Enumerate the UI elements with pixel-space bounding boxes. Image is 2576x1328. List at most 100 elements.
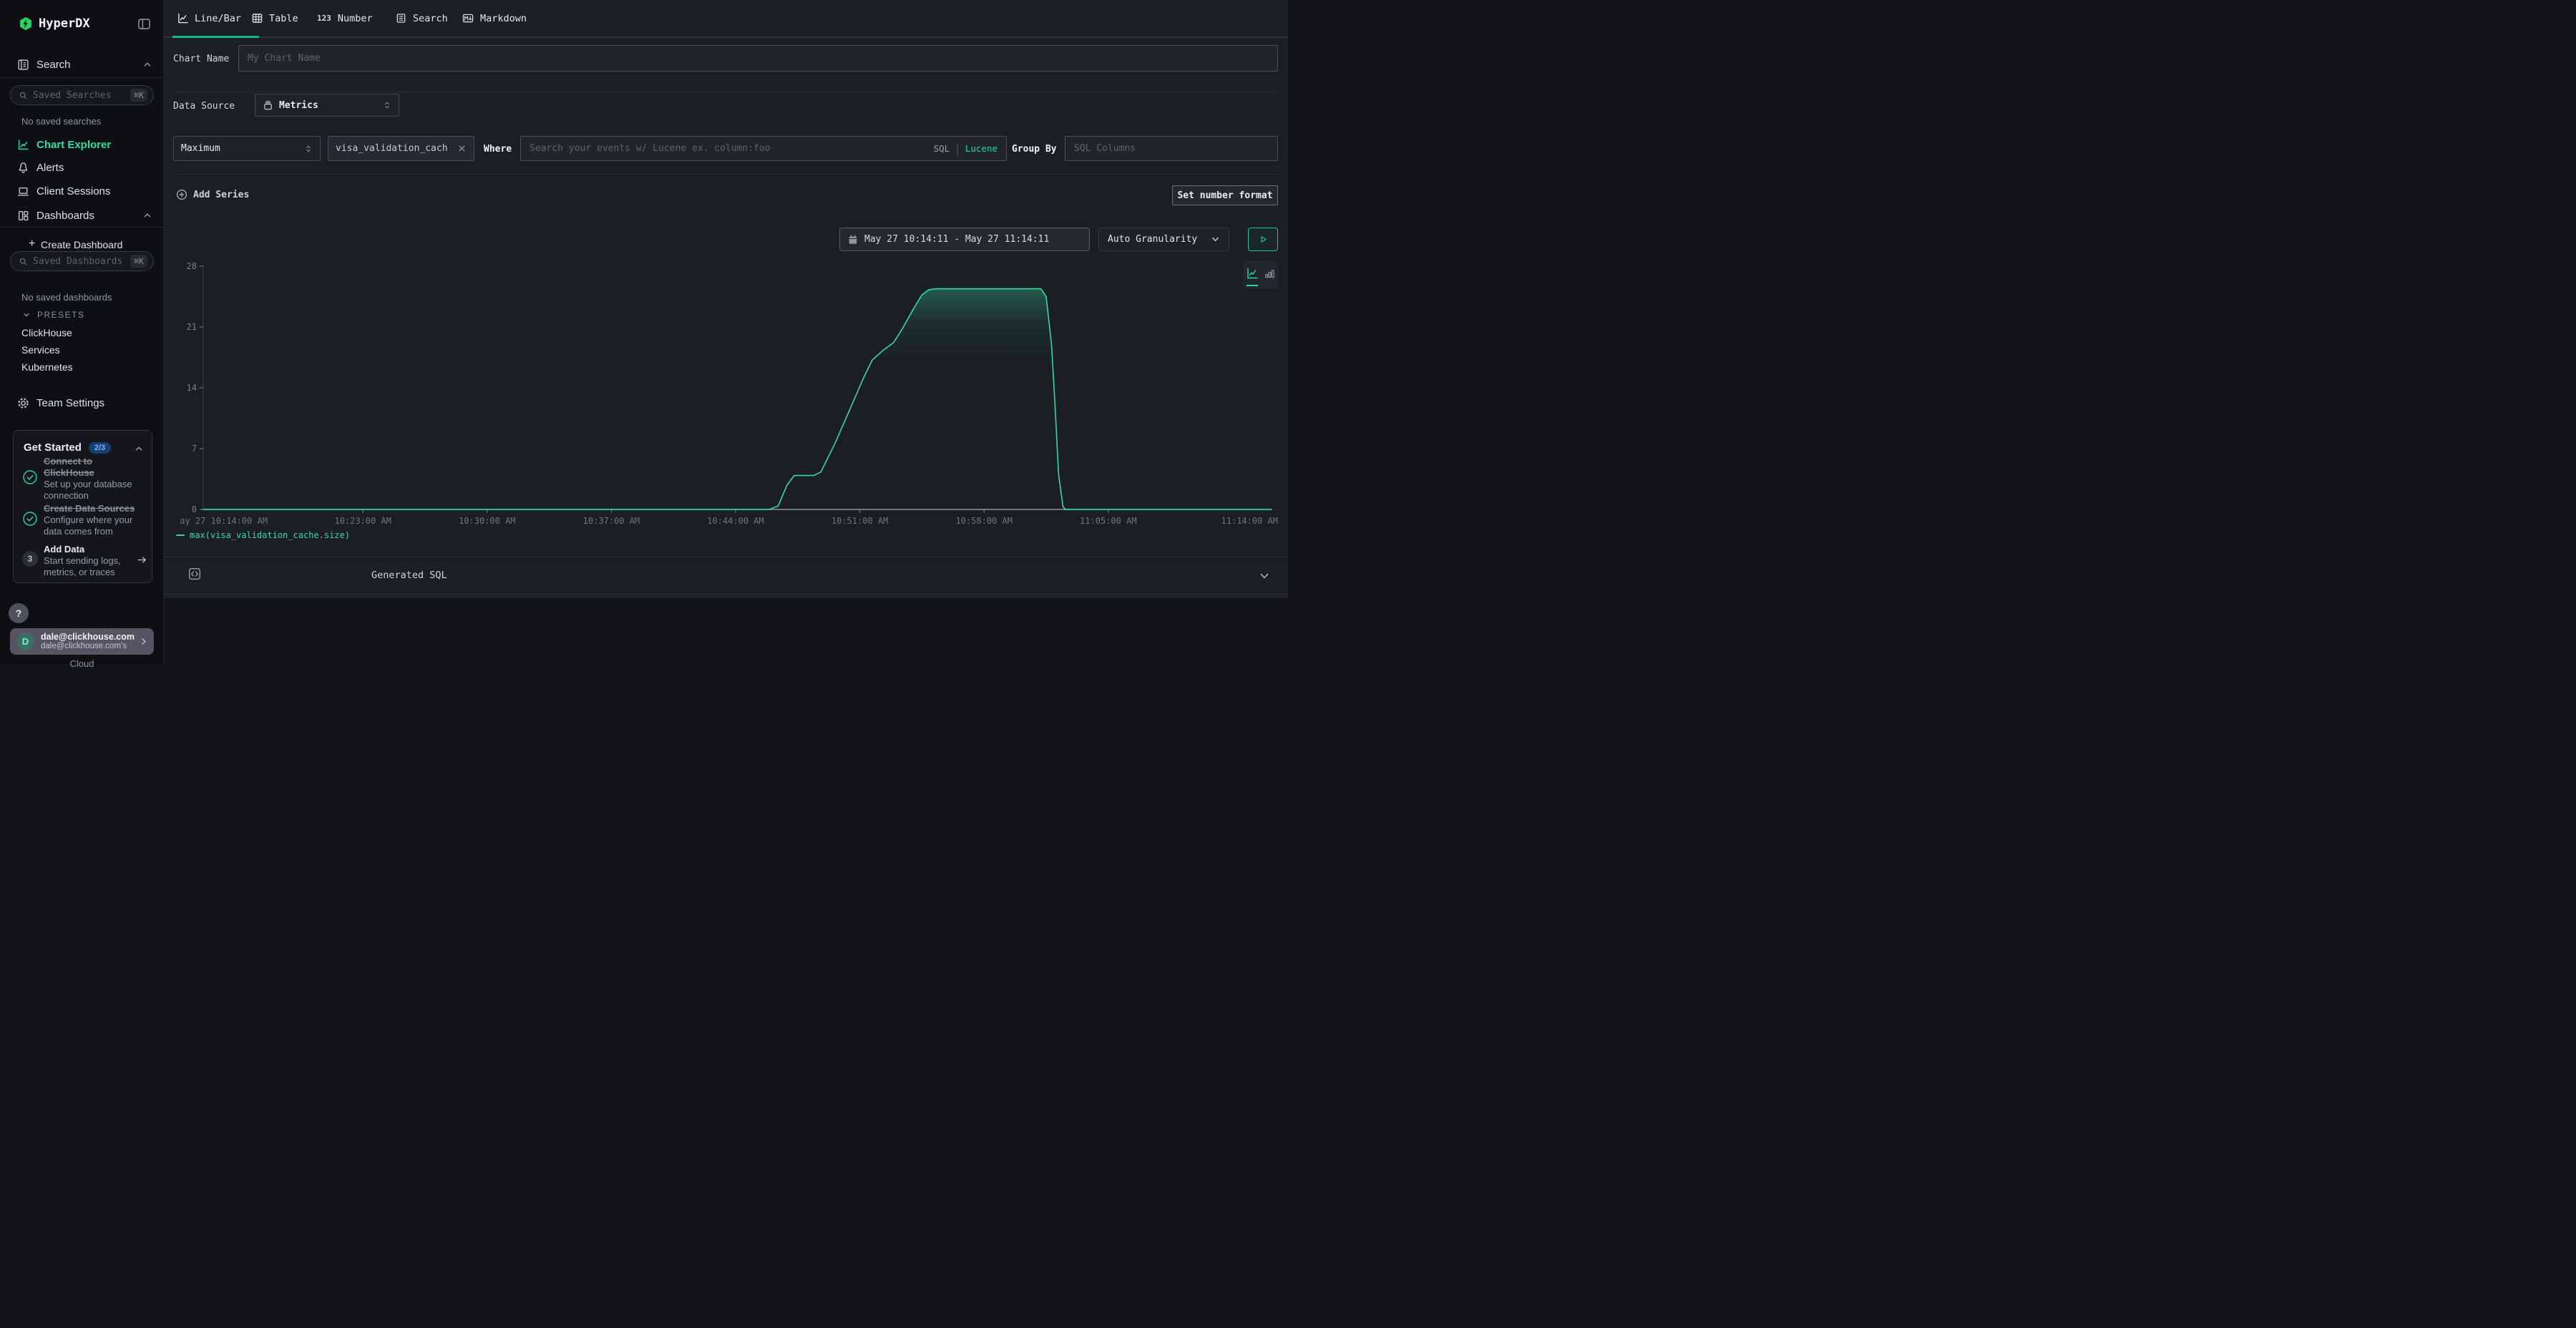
progress-badge: 2/3	[89, 442, 111, 454]
tab-line-bar[interactable]: Line/Bar	[177, 0, 241, 36]
get-started-card: Get Started 2/3 Connect to ClickHouse Se…	[13, 430, 152, 583]
item-desc: Configure where your data comes from	[44, 514, 142, 537]
divider	[0, 77, 164, 78]
clipped-footer-text: Cloud	[0, 658, 164, 669]
check-circle-icon	[22, 511, 38, 527]
sql-toggle[interactable]: SQL	[934, 143, 950, 154]
tab-table[interactable]: Table	[252, 0, 298, 36]
svg-text:10:58:00 AM: 10:58:00 AM	[955, 516, 1012, 526]
search-icon	[19, 257, 28, 266]
divider	[173, 174, 1278, 175]
data-source-select[interactable]: Metrics	[255, 94, 399, 117]
chevron-down-icon	[1259, 570, 1270, 582]
chart-legend[interactable]: max(visa_validation_cache.size)	[176, 530, 350, 540]
data-source-value: Metrics	[279, 100, 318, 111]
close-icon[interactable]	[457, 144, 467, 153]
svg-text:11:05:00 AM: 11:05:00 AM	[1080, 516, 1136, 526]
generated-sql-row[interactable]: Generated SQL	[164, 557, 1288, 594]
svg-text:10:30:00 AM: 10:30:00 AM	[459, 516, 515, 526]
group-by-label: Group By	[1012, 144, 1057, 155]
line-chart-icon	[17, 139, 29, 151]
code-icon	[188, 567, 201, 580]
get-started-item[interactable]: Connect to ClickHouse Set up your databa…	[44, 456, 138, 501]
no-saved-searches-note: No saved searches	[21, 116, 101, 127]
get-started-title: Get Started	[24, 441, 82, 454]
line-chart[interactable]: 07142128May 27 10:14:00 AM10:23:00 AM10:…	[180, 255, 1284, 535]
item-title: Connect to ClickHouse	[44, 456, 138, 479]
bell-icon	[17, 162, 29, 174]
preset-services[interactable]: Services	[21, 344, 60, 356]
saved-searches-field[interactable]	[33, 90, 130, 101]
sidebar-section-search[interactable]: Search	[0, 54, 164, 74]
sidebar-search-label: Search	[36, 59, 71, 71]
aggregation-select[interactable]: Maximum	[173, 136, 321, 161]
user-card[interactable]: D dale@clickhouse.com dale@clickhouse.co…	[10, 628, 154, 655]
chevron-right-icon	[139, 637, 148, 646]
saved-searches-input[interactable]: ⌘K	[10, 85, 154, 105]
table-tab-icon	[252, 13, 263, 24]
saved-dashboards-input[interactable]: ⌘K	[10, 251, 154, 271]
chevron-down-icon	[22, 311, 31, 319]
tab-markdown[interactable]: Markdown	[462, 0, 527, 36]
plus-circle-icon	[176, 189, 187, 200]
svg-text:May 27 10:14:00 AM: May 27 10:14:00 AM	[180, 516, 268, 526]
app-title: HyperDX	[39, 16, 90, 31]
group-by-input[interactable]	[1065, 136, 1278, 161]
play-icon	[1259, 235, 1268, 244]
tab-search[interactable]: Search	[396, 0, 448, 36]
tab-number[interactable]: 123 Number	[317, 0, 373, 36]
legend-swatch	[176, 534, 185, 536]
query-language-toggle: SQL | Lucene	[934, 142, 997, 155]
add-series-button[interactable]: Add Series	[176, 189, 249, 200]
sidebar-item-team-settings[interactable]: Team Settings	[0, 393, 164, 413]
chevron-up-icon	[142, 210, 152, 220]
avatar: D	[16, 633, 34, 650]
chart-name-input[interactable]	[238, 45, 1278, 72]
preset-kubernetes[interactable]: Kubernetes	[21, 361, 73, 373]
generated-sql-label: Generated SQL	[371, 570, 447, 581]
sidebar-item-alerts[interactable]: Alerts	[0, 157, 164, 177]
plus-icon: +	[29, 238, 35, 250]
metric-chip[interactable]: visa_validation_cach	[328, 136, 474, 161]
dashboards-icon	[17, 210, 29, 222]
item-title: Create Data Sources	[44, 503, 142, 514]
select-chevrons-icon	[383, 100, 391, 110]
sidebar-item-client-sessions[interactable]: Client Sessions	[0, 181, 164, 201]
granularity-select[interactable]: Auto Granularity	[1098, 228, 1229, 251]
chevron-up-icon[interactable]	[134, 444, 144, 454]
svg-text:10:51:00 AM: 10:51:00 AM	[831, 516, 888, 526]
legend-label: max(visa_validation_cache.size)	[190, 530, 350, 540]
search-tab-icon	[396, 13, 406, 24]
chart-name-label: Chart Name	[173, 54, 229, 64]
lucene-toggle[interactable]: Lucene	[965, 143, 997, 154]
svg-text:10:23:00 AM: 10:23:00 AM	[334, 516, 391, 526]
item-desc: Start sending logs, metrics, or traces	[44, 555, 135, 577]
divider	[0, 227, 164, 228]
svg-text:21: 21	[187, 322, 197, 332]
presets-toggle[interactable]: PRESETS	[0, 308, 164, 322]
check-circle-icon	[22, 469, 38, 485]
sidebar-item-dashboards[interactable]: Dashboards	[0, 205, 164, 225]
item-title: Add Data	[44, 544, 135, 555]
chevron-up-icon	[142, 59, 152, 69]
where-input[interactable]: SQL | Lucene	[520, 136, 1007, 161]
run-query-button[interactable]	[1248, 228, 1278, 251]
search-section-icon	[17, 59, 29, 71]
dashboards-label: Dashboards	[36, 210, 94, 222]
chart-explorer-label: Chart Explorer	[36, 139, 111, 151]
create-dashboard-label: Create Dashboard	[41, 239, 122, 250]
sidebar-item-chart-explorer[interactable]: Chart Explorer	[0, 135, 164, 155]
date-range-value: May 27 10:14:11 - May 27 11:14:11	[864, 234, 1049, 245]
markdown-tab-icon	[462, 13, 474, 24]
get-started-item[interactable]: Create Data Sources Configure where your…	[44, 503, 142, 537]
no-saved-dashboards-note: No saved dashboards	[21, 292, 112, 303]
date-range-picker[interactable]: May 27 10:14:11 - May 27 11:14:11	[839, 228, 1090, 251]
data-source-label: Data Source	[173, 101, 235, 112]
saved-dashboards-field[interactable]	[33, 256, 130, 267]
preset-clickhouse[interactable]: ClickHouse	[21, 327, 72, 338]
help-button[interactable]: ?	[9, 603, 29, 623]
search-icon	[19, 91, 28, 100]
collapse-sidebar-icon[interactable]	[138, 19, 150, 29]
set-number-format-button[interactable]: Set number format	[1172, 185, 1278, 205]
get-started-item[interactable]: Add Data Start sending logs, metrics, or…	[44, 544, 135, 577]
